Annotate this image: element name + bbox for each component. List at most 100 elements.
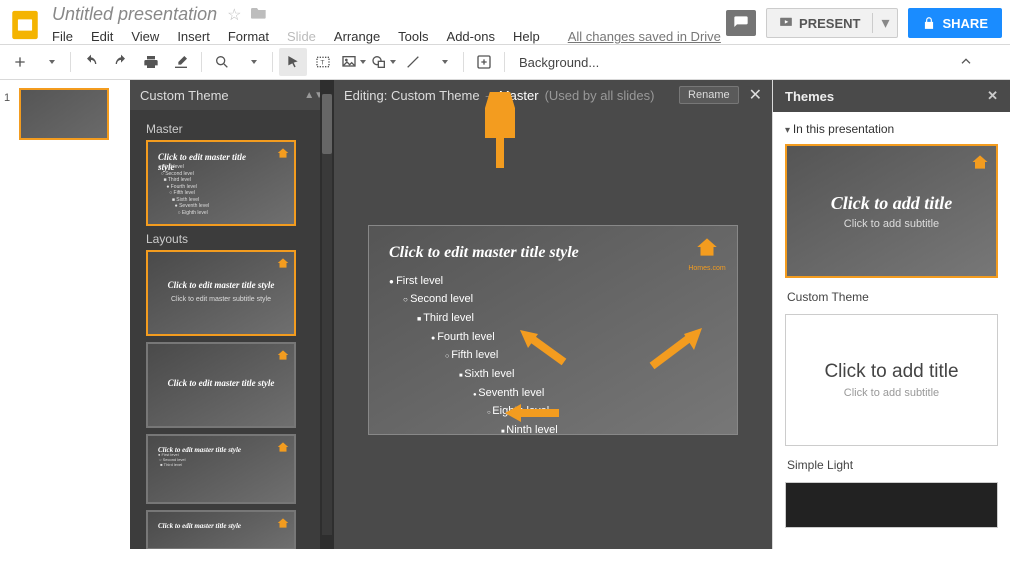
level-1: First level — [389, 272, 717, 291]
master-section-label: Master — [146, 122, 326, 136]
svg-text:T: T — [320, 60, 324, 67]
collapse-toolbar-icon[interactable] — [952, 48, 980, 76]
theme-preview-title: Click to add title — [824, 361, 958, 383]
present-button[interactable]: PRESENT ▾ — [766, 8, 898, 38]
master-thumb-outline: ● First level ○ Second level ■ Third lev… — [158, 164, 209, 216]
menu-addons[interactable]: Add-ons — [447, 29, 495, 44]
menu-help[interactable]: Help — [513, 29, 540, 44]
slide-logo-text: Homes.com — [687, 265, 727, 272]
used-by-label: (Used by all slides) — [545, 88, 655, 103]
toolbar: T Background... — [0, 44, 1010, 80]
save-status[interactable]: All changes saved in Drive — [568, 29, 721, 44]
slide-number: 1 — [4, 92, 10, 104]
comments-button[interactable] — [726, 10, 756, 36]
canvas-master-label: Master — [499, 88, 539, 103]
menu-view[interactable]: View — [131, 29, 159, 44]
undo-button[interactable] — [77, 48, 105, 76]
themes-panel: Themes ✕ In this presentation Click to a… — [772, 80, 1010, 549]
star-icon[interactable]: ☆ — [227, 5, 241, 25]
layouts-section-label: Layouts — [146, 232, 326, 246]
menu-bar: File Edit View Insert Format Slide Arran… — [52, 29, 721, 44]
menu-slide: Slide — [287, 29, 316, 44]
close-themes-icon[interactable]: ✕ — [987, 88, 998, 104]
level-5: Fifth level — [445, 346, 717, 365]
textbox-tool[interactable]: T — [309, 48, 337, 76]
app-header: Untitled presentation ☆ File Edit View I… — [0, 0, 1010, 44]
slide-thumbnail[interactable] — [19, 88, 109, 140]
layout-thumbnail[interactable]: Click to edit master title style Click t… — [146, 250, 296, 336]
add-comment-button[interactable] — [470, 48, 498, 76]
slide-body-placeholder[interactable]: First level Second level Third level Fou… — [389, 272, 717, 440]
master-panel: Custom Theme ▲▼ Master Click to edit mas… — [130, 80, 334, 549]
paint-format-button[interactable] — [167, 48, 195, 76]
menu-insert[interactable]: Insert — [177, 29, 210, 44]
menu-file[interactable]: File — [52, 29, 73, 44]
layout-thumb-title: Click to edit master title style — [148, 280, 294, 290]
logo-icon — [970, 152, 990, 177]
layout-thumbnail[interactable]: Click to edit master title style — [146, 342, 296, 428]
line-tool[interactable] — [399, 48, 427, 76]
line-caret[interactable] — [429, 48, 457, 76]
layout-thumbnail[interactable]: Click to edit master title style — [146, 510, 296, 549]
new-slide-caret[interactable] — [36, 48, 64, 76]
master-panel-title[interactable]: Custom Theme — [140, 88, 229, 103]
work-area: 1 Custom Theme ▲▼ Master Click to edit m… — [0, 80, 1010, 549]
new-slide-button[interactable] — [6, 48, 34, 76]
background-button[interactable]: Background... — [519, 55, 599, 70]
level-9: Ninth level — [501, 421, 717, 440]
select-tool[interactable] — [279, 48, 307, 76]
logo-icon — [276, 348, 290, 362]
folder-icon[interactable] — [251, 5, 267, 24]
present-caret-icon[interactable]: ▾ — [872, 13, 897, 33]
menu-edit[interactable]: Edit — [91, 29, 113, 44]
layout-thumb-title: Click to edit master title style — [148, 378, 294, 388]
share-button[interactable]: SHARE — [908, 8, 1002, 38]
theme-card-dark[interactable] — [785, 482, 998, 528]
level-6: Sixth level — [459, 365, 717, 384]
theme-name: Simple Light — [785, 452, 998, 482]
master-scrollbar[interactable] — [320, 80, 334, 549]
level-3: Third level — [417, 309, 717, 328]
theme-preview-title: Click to add title — [831, 193, 953, 214]
zoom-button[interactable] — [208, 48, 236, 76]
theme-preview-sub: Click to add subtitle — [844, 218, 939, 230]
level-8: Eighth level — [487, 402, 717, 421]
image-tool[interactable] — [339, 48, 367, 76]
layout-thumb-title: Click to edit master title style — [158, 522, 264, 530]
editing-label: Editing: Custom Theme — [344, 88, 480, 103]
zoom-caret[interactable] — [238, 48, 266, 76]
print-button[interactable] — [137, 48, 165, 76]
menu-format[interactable]: Format — [228, 29, 269, 44]
redo-button[interactable] — [107, 48, 135, 76]
layout-thumb-outline: ● First level ○ Second level ■ Third lev… — [158, 452, 186, 468]
menu-tools[interactable]: Tools — [398, 29, 428, 44]
rename-button[interactable]: Rename — [679, 86, 739, 104]
filmstrip: 1 — [0, 80, 130, 549]
themes-section-label[interactable]: In this presentation — [773, 112, 1010, 140]
menu-arrange[interactable]: Arrange — [334, 29, 380, 44]
canvas: Editing: Custom Theme – Master (Used by … — [334, 80, 772, 549]
layout-thumb-sub: Click to edit master subtitle style — [148, 296, 294, 303]
level-2: Second level — [403, 290, 717, 309]
slide-title-placeholder[interactable]: Click to edit master title style — [389, 244, 717, 262]
layout-thumbnail[interactable]: Click to edit master title style ● First… — [146, 434, 296, 504]
logo-icon — [276, 256, 290, 270]
slide-logo: Homes.com — [687, 234, 727, 272]
theme-name: Custom Theme — [785, 284, 998, 314]
theme-preview-sub: Click to add subtitle — [844, 387, 939, 399]
logo-icon — [276, 440, 290, 454]
shape-tool[interactable] — [369, 48, 397, 76]
logo-icon — [276, 516, 290, 530]
theme-card-simple-light[interactable]: Click to add title Click to add subtitle — [785, 314, 998, 446]
close-master-icon[interactable]: ✕ — [749, 85, 762, 105]
level-7: Seventh level — [473, 384, 717, 403]
logo-icon — [276, 146, 290, 160]
theme-card-custom[interactable]: Click to add title Click to add subtitle — [785, 144, 998, 278]
master-thumbnail[interactable]: Click to edit master title style ● First… — [146, 140, 296, 226]
themes-header: Themes — [785, 89, 834, 104]
share-label: SHARE — [942, 16, 988, 31]
level-4: Fourth level — [431, 328, 717, 347]
doc-title[interactable]: Untitled presentation — [52, 4, 217, 25]
master-slide[interactable]: Click to edit master title style First l… — [368, 225, 738, 435]
slides-logo-icon — [8, 8, 42, 42]
